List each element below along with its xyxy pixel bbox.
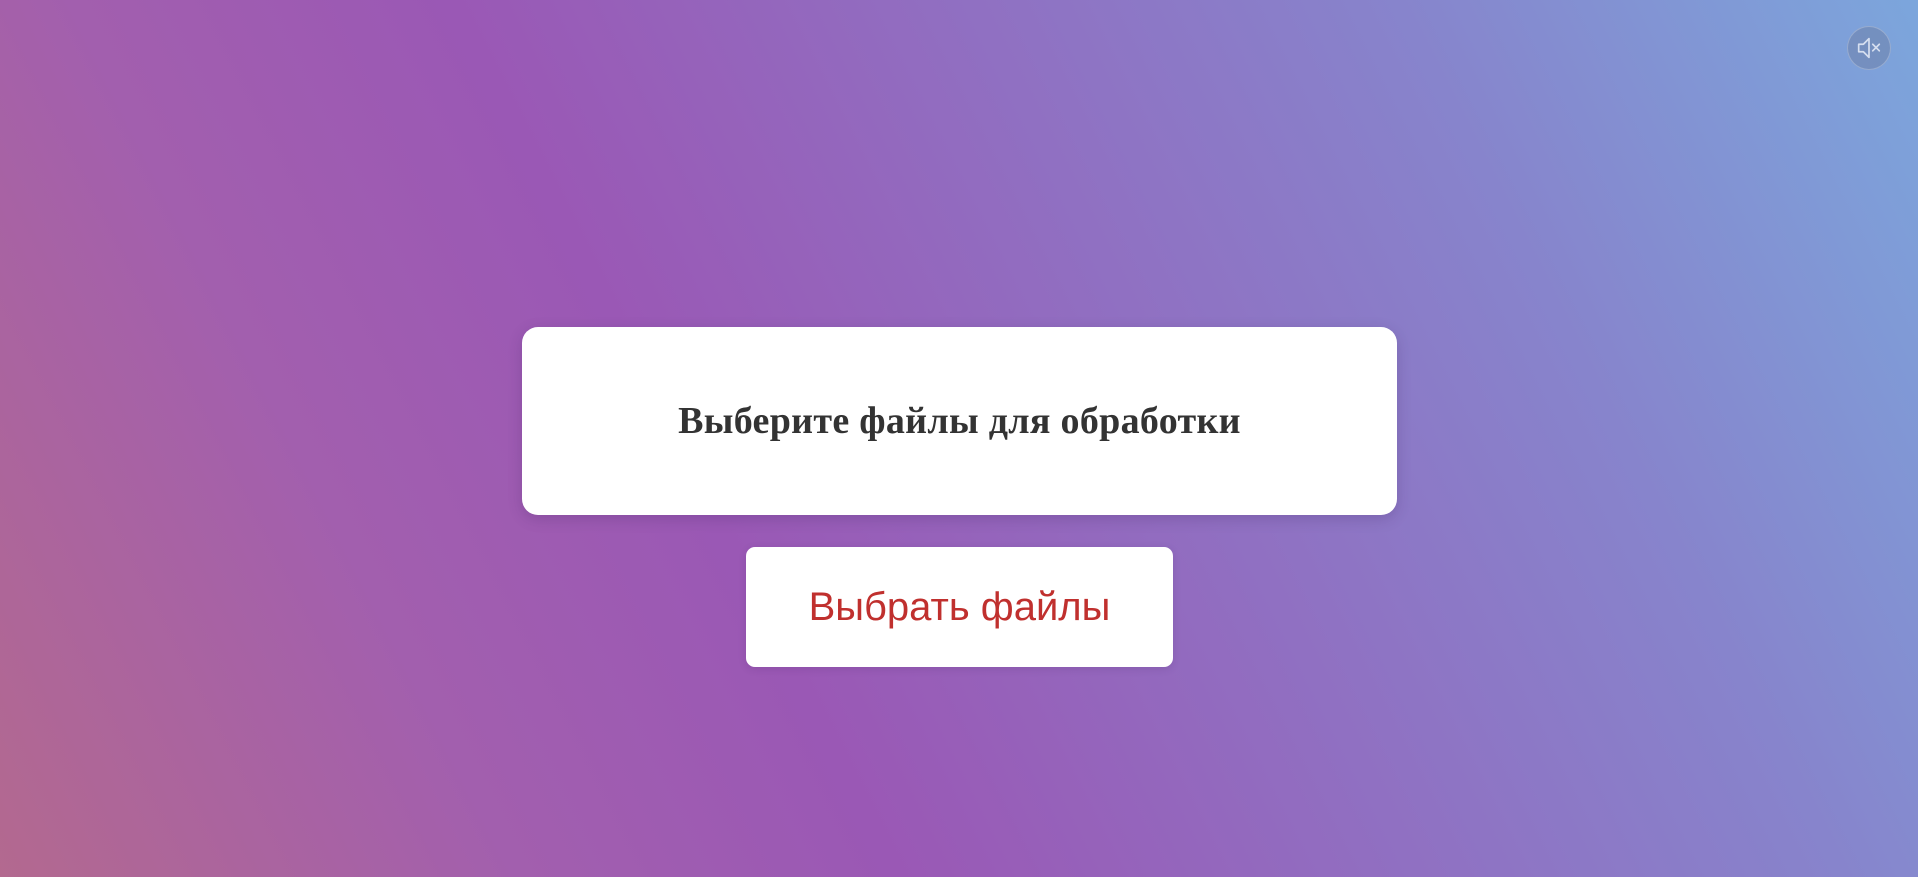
choose-files-button[interactable]: Выбрать файлы	[746, 547, 1173, 667]
upload-title-card: Выберите файлы для обработки	[522, 327, 1397, 515]
page-title: Выберите файлы для обработки	[678, 400, 1241, 442]
mute-toggle-button[interactable]	[1847, 26, 1891, 70]
speaker-muted-icon	[1857, 37, 1881, 59]
